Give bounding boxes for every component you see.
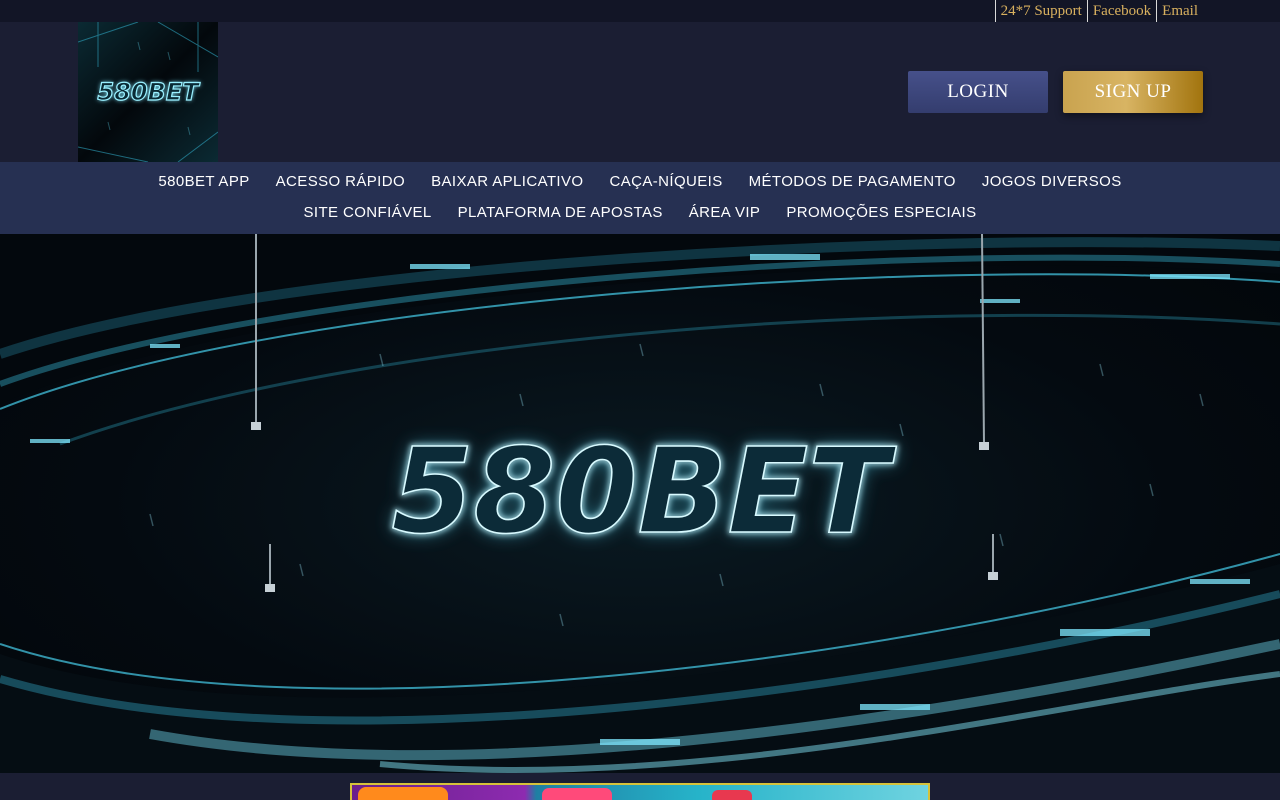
utility-links: 24*7 Support Facebook Email <box>994 0 1203 22</box>
nav-row-2: SITE CONFIÁVEL PLATAFORMA DE APOSTAS ÁRE… <box>0 202 1280 224</box>
nav-item-promocoes-especiais[interactable]: PROMOÇÕES ESPECIAIS <box>773 202 989 224</box>
promo-graphic <box>712 790 752 800</box>
hero-logo-text: 580BET <box>391 422 897 560</box>
nav-item-caca-niqueis[interactable]: CAÇA-NÍQUEIS <box>596 171 735 193</box>
nav-item-site-confiavel[interactable]: SITE CONFIÁVEL <box>291 202 445 224</box>
main-nav: 580BET APP ACESSO RÁPIDO BAIXAR APLICATI… <box>0 162 1280 234</box>
top-utility-bar: 24*7 Support Facebook Email <box>0 0 1280 22</box>
facebook-link[interactable]: Facebook <box>1086 0 1156 22</box>
nav-item-metodos-de-pagamento[interactable]: MÉTODOS DE PAGAMENTO <box>736 171 969 193</box>
promo-graphic <box>542 788 612 800</box>
promo-banner[interactable] <box>350 783 930 800</box>
nav-item-baixar-aplicativo[interactable]: BAIXAR APLICATIVO <box>418 171 596 193</box>
support-link[interactable]: 24*7 Support <box>994 0 1087 22</box>
promo-graphic <box>358 787 448 800</box>
logo-text: 580BET <box>97 78 200 106</box>
site-logo[interactable]: 580BET 580BET <box>78 22 218 162</box>
nav-item-acesso-rapido[interactable]: ACESSO RÁPIDO <box>263 171 418 193</box>
nav-item-area-vip[interactable]: ÁREA VIP <box>676 202 774 224</box>
nav-item-580bet-app[interactable]: 580BET APP <box>145 171 262 193</box>
hero-banner: 580BET 580BET 580BET <box>0 234 1280 773</box>
nav-row-1: 580BET APP ACESSO RÁPIDO BAIXAR APLICATI… <box>0 171 1280 193</box>
nav-item-plataforma-de-apostas[interactable]: PLATAFORMA DE APOSTAS <box>445 202 676 224</box>
login-button[interactable]: LOGIN <box>908 71 1048 113</box>
email-link[interactable]: Email <box>1156 0 1203 22</box>
nav-item-jogos-diversos[interactable]: JOGOS DIVERSOS <box>969 171 1135 193</box>
site-header: 580BET 580BET LOGIN SIGN UP <box>0 22 1280 162</box>
bottom-strip <box>0 773 1280 800</box>
signup-button[interactable]: SIGN UP <box>1063 71 1203 113</box>
